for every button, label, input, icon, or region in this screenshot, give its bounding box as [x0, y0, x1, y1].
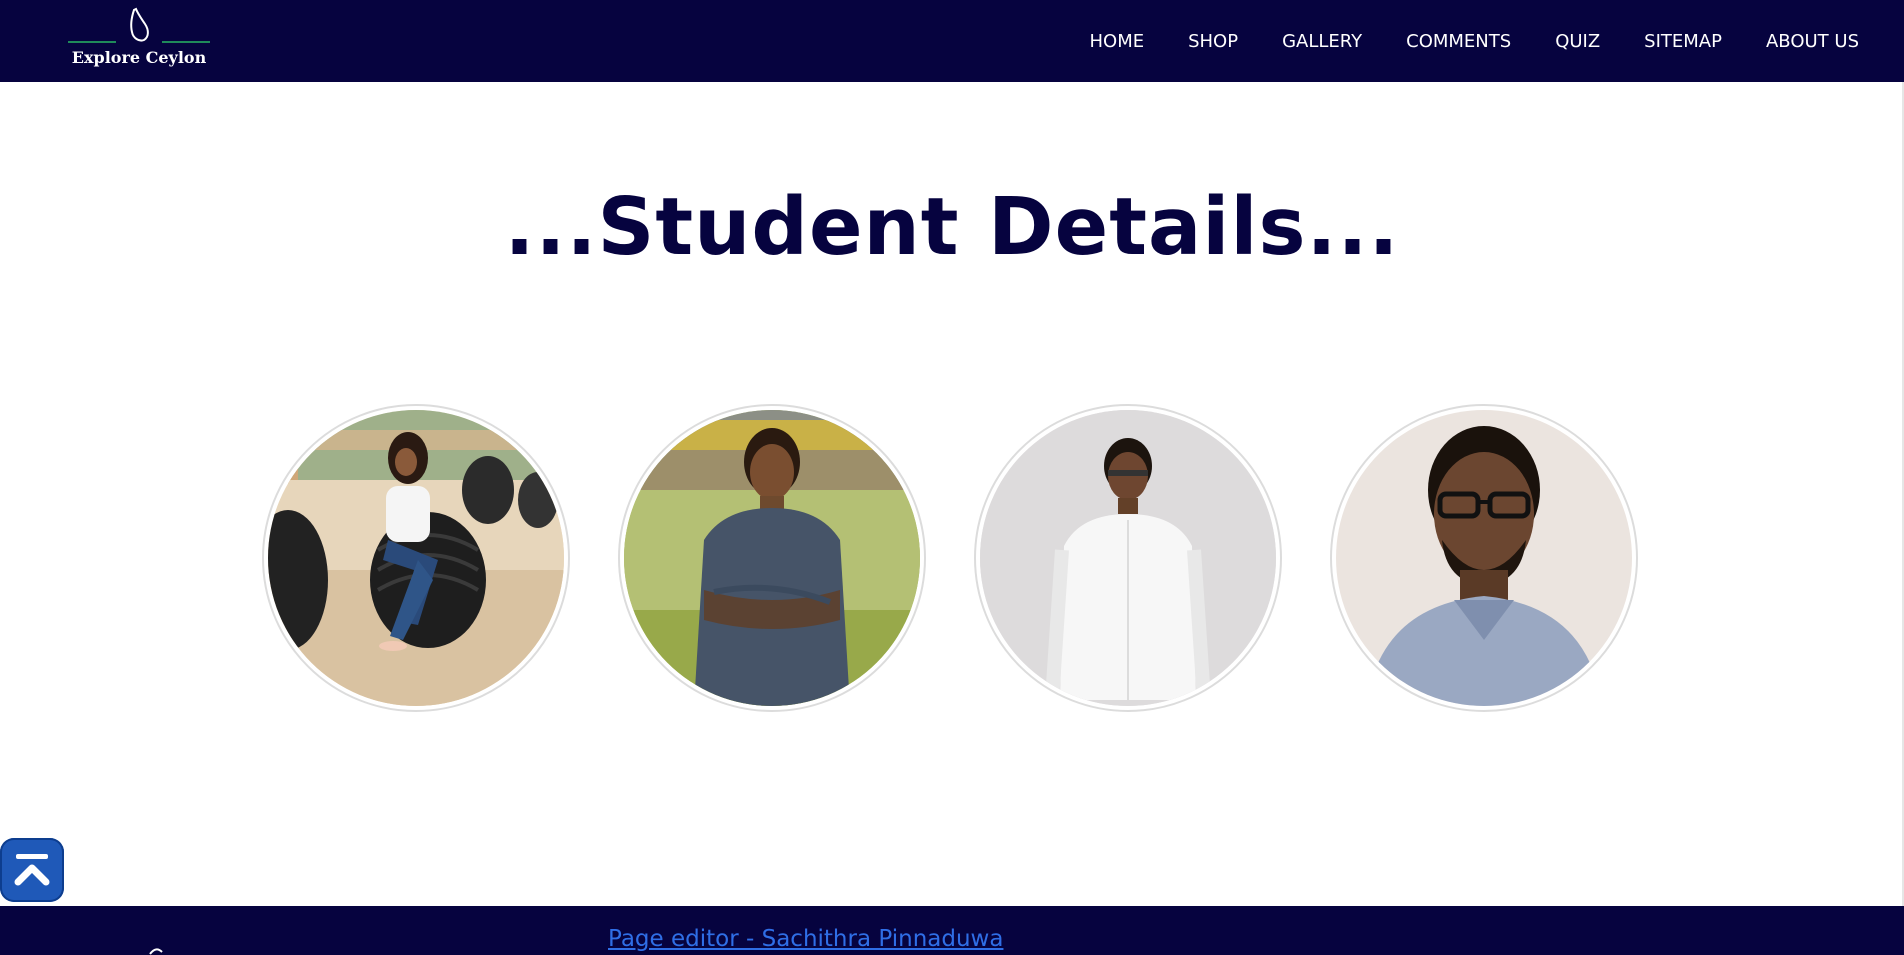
footer-logo-icon — [149, 948, 163, 955]
student-photo-2-image — [624, 410, 920, 706]
logo-text: Explore Ceylon — [71, 48, 207, 67]
student-photo-4-image — [1336, 410, 1632, 706]
page-editor-link[interactable]: Page editor - Sachithra Pinnaduwa — [608, 926, 1003, 952]
student-photo-1-image — [268, 410, 564, 706]
student-photo-4[interactable] — [1330, 404, 1638, 712]
nav-about-us[interactable]: ABOUT US — [1766, 31, 1859, 52]
nav-shop[interactable]: SHOP — [1188, 31, 1238, 52]
footer: Page editor - Sachithra Pinnaduwa — [0, 906, 1904, 955]
site-logo[interactable]: Explore Ceylon — [66, 6, 212, 72]
student-photo-3-image — [980, 410, 1276, 706]
nav-comments[interactable]: COMMENTS — [1406, 31, 1511, 52]
student-photo-1[interactable] — [262, 404, 570, 712]
nav-quiz[interactable]: QUIZ — [1555, 31, 1600, 52]
back-to-top-button[interactable] — [0, 838, 64, 902]
student-photo-row — [262, 404, 1642, 716]
main-nav: HOME SHOP GALLERY COMMENTS QUIZ SITEMAP … — [1045, 0, 1859, 82]
navbar: Explore Ceylon HOME SHOP GALLERY COMMENT… — [0, 0, 1904, 82]
double-chevron-up-icon — [14, 854, 50, 886]
nav-home[interactable]: HOME — [1089, 31, 1144, 52]
student-photo-3[interactable] — [974, 404, 1282, 712]
page: Explore Ceylon HOME SHOP GALLERY COMMENT… — [0, 0, 1904, 955]
student-photo-2[interactable] — [618, 404, 926, 712]
nav-sitemap[interactable]: SITEMAP — [1644, 31, 1722, 52]
nav-gallery[interactable]: GALLERY — [1282, 31, 1362, 52]
page-title: ...Student Details... — [504, 181, 1400, 273]
